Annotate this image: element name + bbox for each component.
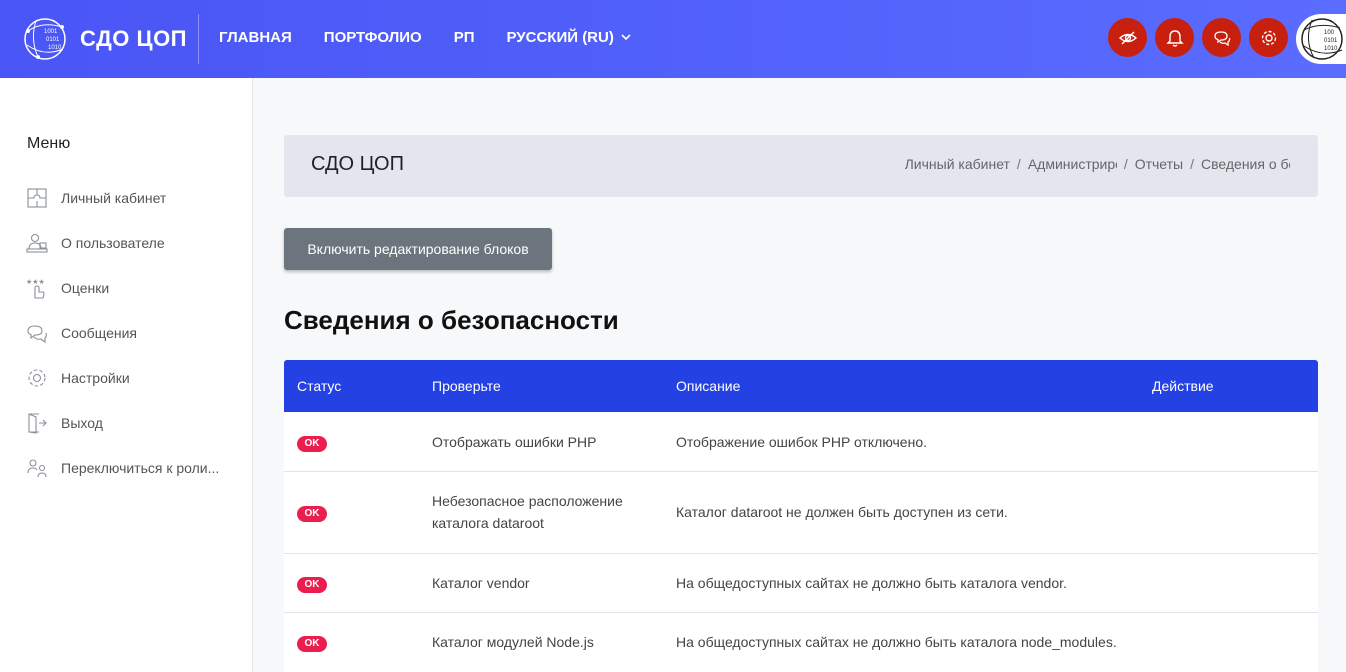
top-navbar: 1001 0101 1010 СДО ЦОП ГЛАВНАЯ ПОРТФОЛИО… <box>0 0 1346 78</box>
description-text: На общедоступных сайтах не должно быть к… <box>676 575 1067 591</box>
sidebar-item-dashboard[interactable]: Личный кабинет <box>24 175 219 220</box>
svg-text:1001: 1001 <box>44 29 58 35</box>
breadcrumb-current: Сведения о безопасности <box>1201 156 1290 172</box>
nav-portfolio[interactable]: ПОРТФОЛИО <box>324 29 422 46</box>
sidebar-item-messages[interactable]: Сообщения <box>24 310 219 355</box>
sidebar-item-label: Сообщения <box>61 324 137 341</box>
security-table: Статус Проверьте Описание Действие OK От… <box>284 360 1318 672</box>
bell-icon[interactable] <box>1155 18 1194 57</box>
check-link[interactable]: Каталог модулей Node.js <box>432 631 652 653</box>
status-badge: OK <box>297 506 327 522</box>
svg-text:1010: 1010 <box>48 45 62 51</box>
sidebar: Меню Личный кабинет О пользователе ★★★ О… <box>0 78 253 672</box>
breadcrumb-reports[interactable]: Отчеты <box>1135 156 1183 172</box>
language-label: РУССКИЙ (RU) <box>506 29 614 46</box>
settings-icon <box>24 365 50 391</box>
table-row: OK Каталог модулей Node.js На общедоступ… <box>284 613 1318 672</box>
sidebar-item-logout[interactable]: Выход <box>24 400 219 445</box>
brand-divider <box>198 14 199 64</box>
sidebar-item-label: Личный кабинет <box>61 189 167 206</box>
sidebar-item-label: Настройки <box>61 369 130 386</box>
table-header: Статус Проверьте Описание Действие <box>284 360 1318 412</box>
section-title: Сведения о безопасности <box>284 305 619 335</box>
description-text: На общедоступных сайтах не должно быть к… <box>676 634 1117 650</box>
sidebar-item-grades[interactable]: ★★★ Оценки <box>24 265 219 310</box>
table-row: OK Небезопасное расположение каталога da… <box>284 472 1318 554</box>
sidebar-item-label: Выход <box>61 414 103 431</box>
nav-home[interactable]: ГЛАВНАЯ <box>219 29 292 46</box>
description-text: Отображение ошибок PHP отключено. <box>676 434 928 450</box>
svg-text:100: 100 <box>1324 30 1335 36</box>
breadcrumb-dashboard[interactable]: Личный кабинет <box>905 156 1010 172</box>
chevron-down-icon <box>621 32 631 44</box>
language-dropdown[interactable]: РУССКИЙ (RU) <box>507 29 631 46</box>
column-action: Действие <box>1152 378 1214 394</box>
svg-text:1010: 1010 <box>1324 46 1338 52</box>
page-title: СДО ЦОП <box>311 153 404 175</box>
svg-text:0101: 0101 <box>46 37 60 43</box>
column-check[interactable]: Проверьте <box>432 378 501 394</box>
sidebar-item-settings[interactable]: Настройки <box>24 355 219 400</box>
sidebar-item-label: Переключиться к роли... <box>61 459 220 476</box>
main-nav: ГЛАВНАЯ ПОРТФОЛИО РП РУССКИЙ (RU) <box>219 29 663 46</box>
switch-role-icon <box>24 455 50 481</box>
sidebar-menu: Личный кабинет О пользователе ★★★ Оценки… <box>24 175 219 490</box>
column-status[interactable]: Статус <box>297 378 341 394</box>
breadcrumb-admin[interactable]: Администрирование <box>1028 156 1117 172</box>
svg-text:0101: 0101 <box>1324 38 1338 44</box>
column-description[interactable]: Описание <box>676 378 740 394</box>
check-link[interactable]: Отображать ошибки PHP <box>432 431 652 453</box>
user-avatar[interactable]: 100 0101 1010 <box>1296 14 1346 64</box>
check-link[interactable]: Небезопасное расположение каталога datar… <box>432 490 652 534</box>
description-text: Каталог dataroot не должен быть доступен… <box>676 504 1008 520</box>
table-row: OK Каталог vendor На общедоступных сайта… <box>284 554 1318 613</box>
header-actions <box>1100 18 1288 57</box>
nav-rp[interactable]: РП <box>454 29 475 46</box>
logout-icon <box>24 410 50 436</box>
sidebar-item-label: О пользователе <box>61 234 165 251</box>
check-link[interactable]: Каталог vendor <box>432 572 652 594</box>
eye-slash-icon[interactable] <box>1108 18 1147 57</box>
site-logo[interactable]: 1001 0101 1010 <box>22 13 68 65</box>
sidebar-title: Меню <box>27 135 71 152</box>
grades-icon: ★★★ <box>24 275 50 301</box>
sidebar-item-label: Оценки <box>61 279 110 296</box>
status-badge: OK <box>297 636 327 652</box>
status-badge: OK <box>297 436 327 452</box>
messages-icon <box>24 320 50 346</box>
edit-blocks-button[interactable]: Включить редактирование блоков <box>284 228 552 270</box>
breadcrumb: Личный кабинет / Администрирование / Отч… <box>904 156 1290 172</box>
svg-text:★★★: ★★★ <box>26 278 45 286</box>
brand-title[interactable]: СДО ЦОП <box>80 26 187 52</box>
settings-icon[interactable] <box>1249 18 1288 57</box>
status-badge: OK <box>297 577 327 593</box>
sidebar-item-profile[interactable]: О пользователе <box>24 220 219 265</box>
page-header: СДО ЦОП Личный кабинет / Администрирован… <box>284 135 1318 197</box>
puzzle-icon <box>24 185 50 211</box>
messages-icon[interactable] <box>1202 18 1241 57</box>
table-row: OK Отображать ошибки PHP Отображение оши… <box>284 412 1318 472</box>
sidebar-item-switch-role[interactable]: Переключиться к роли... <box>24 445 219 490</box>
user-desk-icon <box>24 230 50 256</box>
